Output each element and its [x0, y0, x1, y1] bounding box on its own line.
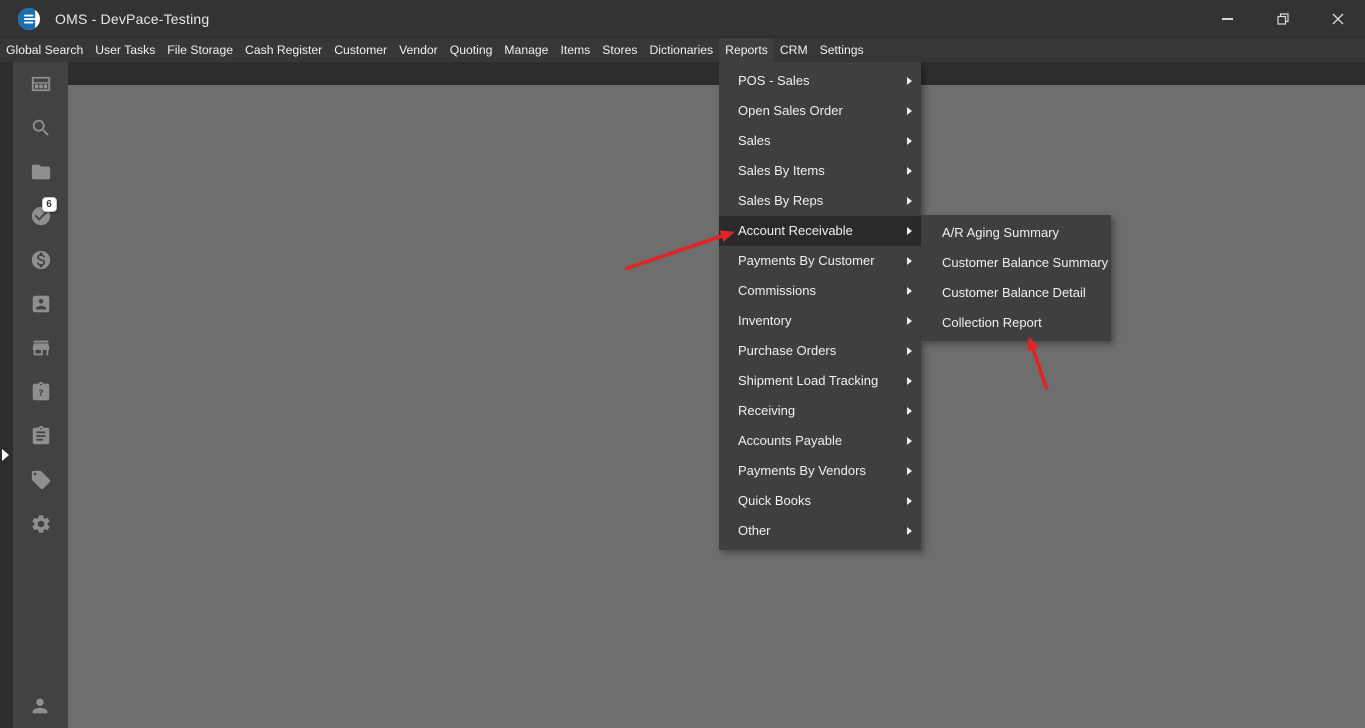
reports-menu-item-commissions[interactable]: Commissions: [719, 276, 921, 306]
notification-badge: 6: [42, 197, 57, 212]
app-logo-icon: [17, 7, 41, 31]
menubar-item-cash-register[interactable]: Cash Register: [239, 38, 328, 62]
reports-menu-item-account-receivable[interactable]: Account Receivable: [719, 216, 921, 246]
table-icon: [30, 73, 52, 95]
reports-menu-item-purchase-orders[interactable]: Purchase Orders: [719, 336, 921, 366]
submenu-arrow-icon: [907, 167, 912, 175]
folder-icon: [30, 161, 52, 183]
sidebar-item-folder[interactable]: [30, 161, 52, 183]
search-icon: [30, 117, 52, 139]
clipboard-tasks-icon: [30, 425, 52, 447]
store-icon: [30, 337, 52, 359]
restore-button[interactable]: [1255, 0, 1310, 38]
sidebar-item-contact-card[interactable]: [30, 293, 52, 315]
menubar-item-file-storage[interactable]: File Storage: [161, 38, 239, 62]
reports-dropdown-menu: POS - Sales Open Sales Order Sales Sales…: [719, 62, 921, 550]
sidebar-item-tag[interactable]: [30, 469, 52, 491]
left-edge-strip: [0, 62, 13, 728]
reports-menu-item-accounts-payable[interactable]: Accounts Payable: [719, 426, 921, 456]
restore-icon: [1277, 13, 1289, 25]
submenu-arrow-icon: [907, 347, 912, 355]
submenu-arrow-icon: [907, 257, 912, 265]
menubar-item-dictionaries[interactable]: Dictionaries: [643, 38, 719, 62]
title-bar: OMS - DevPace-Testing: [0, 0, 1365, 38]
reports-menu-item-shipment-load-tracking[interactable]: Shipment Load Tracking: [719, 366, 921, 396]
menubar-item-customer[interactable]: Customer: [328, 38, 393, 62]
reports-menu-item-payments-by-customer[interactable]: Payments By Customer: [719, 246, 921, 276]
submenu-item-customer-balance-detail[interactable]: Customer Balance Detail: [921, 278, 1111, 308]
window-controls: [1200, 0, 1365, 38]
top-dark-band: [0, 62, 1365, 85]
main-content-area: [68, 85, 1365, 728]
reports-menu-item-sales-by-reps[interactable]: Sales By Reps: [719, 186, 921, 216]
sidebar-item-user[interactable]: [29, 695, 51, 717]
menubar-item-global-search[interactable]: Global Search: [0, 38, 89, 62]
close-icon: [1332, 13, 1344, 25]
submenu-arrow-icon: [907, 197, 912, 205]
submenu-arrow-icon: [907, 377, 912, 385]
menubar-item-manage[interactable]: Manage: [498, 38, 554, 62]
reports-menu-item-sales-by-items[interactable]: Sales By Items: [719, 156, 921, 186]
reports-menu-item-quick-books[interactable]: Quick Books: [719, 486, 921, 516]
menubar-item-settings[interactable]: Settings: [814, 38, 870, 62]
submenu-arrow-icon: [907, 227, 912, 235]
contact-card-icon: [30, 293, 52, 315]
menubar-item-items[interactable]: Items: [554, 38, 596, 62]
clipboard-question-icon: [30, 381, 52, 403]
sidebar-item-dollar-circle[interactable]: [30, 249, 52, 271]
window-title: OMS - DevPace-Testing: [55, 0, 209, 38]
submenu-arrow-icon: [907, 497, 912, 505]
panel-expand-arrow-icon[interactable]: [2, 449, 9, 461]
submenu-arrow-icon: [907, 527, 912, 535]
submenu-arrow-icon: [907, 467, 912, 475]
person-icon: [29, 695, 51, 717]
submenu-item-collection-report[interactable]: Collection Report: [921, 308, 1111, 338]
menubar-item-vendor[interactable]: Vendor: [393, 38, 444, 62]
menu-bar: Global Search User Tasks File Storage Ca…: [0, 38, 1365, 62]
submenu-arrow-icon: [907, 317, 912, 325]
sidebar-item-check-circle[interactable]: 6: [30, 205, 52, 227]
submenu-item-customer-balance-summary[interactable]: Customer Balance Summary: [921, 248, 1111, 278]
account-receivable-submenu: A/R Aging Summary Customer Balance Summa…: [921, 215, 1111, 341]
reports-menu-item-sales[interactable]: Sales: [719, 126, 921, 156]
sidebar-item-gear[interactable]: [30, 513, 52, 535]
sidebar-item-clipboard-tasks[interactable]: [30, 425, 52, 447]
tag-icon: [30, 469, 52, 491]
menubar-item-crm[interactable]: CRM: [774, 38, 814, 62]
menubar-item-reports[interactable]: Reports: [719, 38, 774, 62]
menubar-item-user-tasks[interactable]: User Tasks: [89, 38, 161, 62]
sidebar-item-table[interactable]: [30, 73, 52, 95]
reports-menu-item-other[interactable]: Other: [719, 516, 921, 546]
submenu-arrow-icon: [907, 437, 912, 445]
reports-menu-flyout: POS - Sales Open Sales Order Sales Sales…: [719, 62, 921, 550]
submenu-item-a-r-aging-summary[interactable]: A/R Aging Summary: [921, 218, 1111, 248]
reports-menu-item-pos-sales[interactable]: POS - Sales: [719, 66, 921, 96]
sidebar-item-search[interactable]: [30, 117, 52, 139]
sidebar-item-clipboard-question[interactable]: [30, 381, 52, 403]
reports-menu-item-inventory[interactable]: Inventory: [719, 306, 921, 336]
dollar-circle-icon: [30, 249, 52, 271]
minimize-icon: [1222, 18, 1233, 20]
reports-menu-item-payments-by-vendors[interactable]: Payments By Vendors: [719, 456, 921, 486]
submenu-arrow-icon: [907, 287, 912, 295]
close-button[interactable]: [1310, 0, 1365, 38]
minimize-button[interactable]: [1200, 0, 1255, 38]
submenu-arrow-icon: [907, 407, 912, 415]
menubar-item-stores[interactable]: Stores: [596, 38, 643, 62]
gear-icon: [30, 513, 52, 535]
reports-menu-item-receiving[interactable]: Receiving: [719, 396, 921, 426]
submenu-arrow-icon: [907, 77, 912, 85]
submenu-arrow-icon: [907, 107, 912, 115]
menubar-item-quoting[interactable]: Quoting: [444, 38, 499, 62]
icon-sidebar: 6: [13, 62, 68, 728]
reports-menu-item-open-sales-order[interactable]: Open Sales Order: [719, 96, 921, 126]
submenu-arrow-icon: [907, 137, 912, 145]
sidebar-item-store[interactable]: [30, 337, 52, 359]
